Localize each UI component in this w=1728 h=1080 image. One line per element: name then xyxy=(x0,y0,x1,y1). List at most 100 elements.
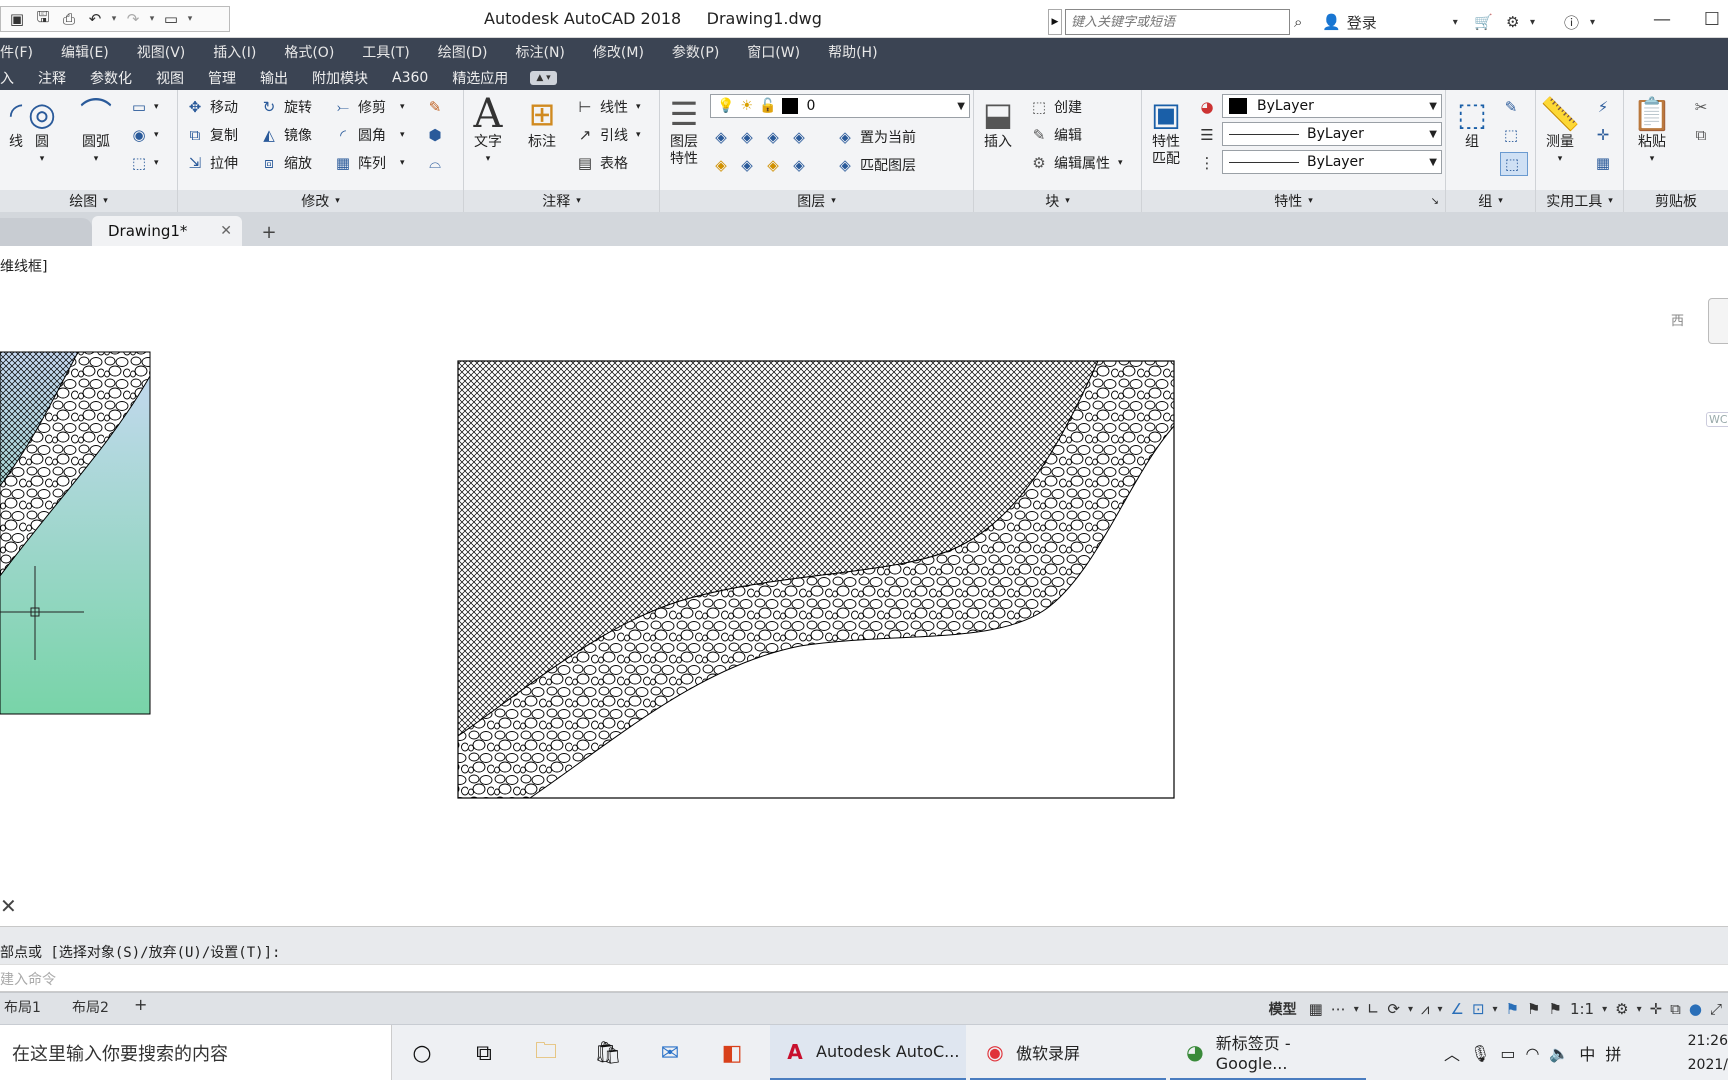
battery-icon[interactable]: ▭ xyxy=(1500,1044,1515,1063)
arc-dropdown-icon[interactable]: ▾ xyxy=(94,151,99,168)
wcs-menu[interactable]: WCS xyxy=(1706,412,1728,427)
annotation-scale-value[interactable]: 1:1 xyxy=(1570,1000,1594,1018)
task-view-icon[interactable]: ⧉ xyxy=(464,1035,504,1071)
clock[interactable]: 21:26 2021/ xyxy=(1680,1029,1728,1077)
help-dropdown-icon[interactable]: ▾ xyxy=(1590,9,1595,35)
text-button[interactable]: A 文字 ▾ xyxy=(468,94,508,168)
left-viewport[interactable] xyxy=(0,351,151,715)
workspace-switch-icon[interactable]: ⚙ xyxy=(1615,1000,1628,1018)
workspace-dropdown-icon[interactable]: ▾ xyxy=(1637,1004,1642,1015)
menu-modify[interactable]: 修改(M) xyxy=(579,42,658,62)
match-layer-button[interactable]: ◈ 匹配图层 xyxy=(834,154,916,176)
menu-insert[interactable]: 插入(I) xyxy=(199,42,270,62)
menu-window[interactable]: 窗口(W) xyxy=(733,42,814,62)
cart-icon[interactable]: 🛒 xyxy=(1474,9,1493,35)
color-wheel-icon[interactable]: ◕ xyxy=(1196,96,1222,118)
layer-properties-button[interactable]: ☰ 图层 特性 xyxy=(664,94,704,168)
annotation-scale-dropdown-icon[interactable]: ▾ xyxy=(1602,1004,1607,1015)
office-icon[interactable]: ◧ xyxy=(712,1035,752,1071)
snap-icon[interactable]: ⋯ xyxy=(1331,1000,1346,1018)
insert-block-button[interactable]: ⬓ 插入 xyxy=(978,94,1018,151)
panel-layers-title[interactable]: 图层 ▾ xyxy=(660,190,973,212)
snap-dropdown-icon[interactable]: ▾ xyxy=(1354,1004,1359,1015)
panel-block-title[interactable]: 块 ▾ xyxy=(974,190,1141,212)
cortana-icon[interactable]: ○ xyxy=(402,1035,442,1071)
offset-button[interactable]: ⌓ xyxy=(424,152,450,174)
layer-tools-row2[interactable]: ◈ ◈ ◈ ◈ xyxy=(710,154,814,176)
move-button[interactable]: ✥ 移动 xyxy=(184,96,238,118)
qat-customize-icon[interactable]: ▾ xyxy=(185,8,195,30)
minimize-icon[interactable]: — xyxy=(1640,4,1684,34)
volume-icon[interactable]: 🔈 xyxy=(1549,1044,1569,1063)
group-edit-icon[interactable]: ⬚ xyxy=(1500,124,1526,146)
layer-dropdown[interactable]: 💡 ☀ 🔓 0 ▼ xyxy=(710,94,970,118)
copy-clip-icon[interactable]: ⧉ xyxy=(1690,124,1716,146)
ungroup-icon[interactable]: ✎ xyxy=(1500,96,1526,118)
menu-format[interactable]: 格式(O) xyxy=(270,42,348,62)
polar-dropdown-icon[interactable]: ▾ xyxy=(1408,1004,1413,1015)
login-button[interactable]: 👤 登录 ▾ xyxy=(1322,9,1458,35)
table-button[interactable]: ▤ 表格 xyxy=(574,152,628,174)
tab-layout2[interactable]: 布局2 xyxy=(72,997,109,1017)
microphone-icon[interactable]: 🎙 xyxy=(1470,1044,1490,1063)
open-icon[interactable]: ▣ xyxy=(5,8,29,30)
tab-a360[interactable]: A360 xyxy=(380,70,440,86)
login-dropdown-icon[interactable]: ▾ xyxy=(1453,17,1458,28)
tab-addins[interactable]: 附加模块 xyxy=(300,68,380,88)
tab-insert[interactable]: 入 xyxy=(0,68,26,88)
annotation-visibility-icon[interactable]: ⚑ xyxy=(1506,1000,1519,1018)
wifi-icon[interactable]: ◠ xyxy=(1525,1044,1539,1063)
workspace-icon[interactable]: ▭ xyxy=(159,8,183,30)
menu-edit[interactable]: 编辑(E) xyxy=(47,42,123,62)
set-current-button[interactable]: ◈ 置为当前 xyxy=(834,126,916,148)
units-icon[interactable]: ⧉ xyxy=(1670,1000,1681,1018)
fullscreen-icon[interactable]: ⤢ xyxy=(1710,1000,1722,1018)
point-id-icon[interactable]: ✛ xyxy=(1592,124,1618,146)
annotation-monitor-icon[interactable]: ✛ xyxy=(1650,1000,1663,1018)
save-icon[interactable]: 🖫 xyxy=(31,8,55,30)
circle-dropdown-icon[interactable]: ▾ xyxy=(40,151,45,168)
menu-draw[interactable]: 绘图(D) xyxy=(424,42,502,62)
tab-annotate[interactable]: 注释 xyxy=(26,68,78,88)
object-snap-icon[interactable]: ⊡ xyxy=(1472,1000,1485,1018)
lineweight-icon[interactable]: ☰ xyxy=(1196,124,1222,146)
leader-button[interactable]: ↗ 引线 ▾ xyxy=(574,124,641,146)
isodraft-icon[interactable]: ⩘ xyxy=(1421,1000,1429,1018)
isolate-objects-icon[interactable]: ● xyxy=(1689,1000,1702,1018)
tab-layout1[interactable]: 布局1 xyxy=(4,997,41,1017)
mail-icon[interactable]: ✉ xyxy=(650,1035,690,1071)
search-expand-icon[interactable]: ▶ xyxy=(1048,9,1062,35)
add-layout-icon[interactable]: + xyxy=(134,995,147,1014)
close-tab-icon[interactable]: ✕ xyxy=(220,223,232,239)
polar-icon[interactable]: ⟳ xyxy=(1387,1000,1400,1018)
panel-utilities-title[interactable]: 实用工具 ▾ xyxy=(1536,190,1623,212)
scale-button[interactable]: ⧈ 缩放 xyxy=(258,152,312,174)
dimension-button[interactable]: ⊞ 标注 xyxy=(522,94,562,151)
store-icon[interactable]: 🛍 xyxy=(588,1035,628,1071)
paste-button[interactable]: 📋 粘贴 ▾ xyxy=(1632,94,1672,168)
main-viewport[interactable] xyxy=(457,360,1175,799)
grid-icon[interactable]: ▦ xyxy=(1309,1000,1323,1018)
new-tab-icon[interactable]: + xyxy=(256,220,282,244)
taskbar-app-recorder[interactable]: ◉ 傲软录屏 xyxy=(970,1025,1166,1080)
object-snap-dropdown-icon[interactable]: ▾ xyxy=(1493,1004,1498,1015)
fillet-button[interactable]: ◜ 圆角 ▾ xyxy=(332,124,404,146)
drawing-canvas[interactable]: 维线框] 西 WC ✕ xyxy=(0,246,1728,926)
tab-parametric[interactable]: 参数化 xyxy=(78,68,144,88)
menu-file[interactable]: 件(F) xyxy=(0,42,47,62)
color-dropdown[interactable]: ByLayer ▼ xyxy=(1222,94,1442,118)
create-block-button[interactable]: ⬚ 创建 xyxy=(1028,96,1082,118)
quick-select-icon[interactable]: ⚡ xyxy=(1592,96,1618,118)
apps-dropdown-icon[interactable]: ▾ xyxy=(1530,9,1535,35)
linetype-icon[interactable]: ⋮ xyxy=(1196,152,1222,174)
taskbar-app-autocad[interactable]: A Autodesk AutoC... xyxy=(770,1025,966,1080)
region-button[interactable]: ⬚ ▾ xyxy=(128,152,159,174)
arc-button[interactable]: ⌒ 圆弧 ▾ xyxy=(76,94,116,168)
ortho-icon[interactable]: ∟ xyxy=(1367,1000,1380,1018)
ime-language[interactable]: 中 xyxy=(1579,1041,1595,1065)
panel-groups-title[interactable]: 组 ▾ xyxy=(1446,190,1535,212)
linetype-dropdown[interactable]: ByLayer ▼ xyxy=(1222,150,1442,174)
menu-help[interactable]: 帮助(H) xyxy=(814,42,891,62)
ime-mode[interactable]: 拼 xyxy=(1605,1041,1621,1065)
rotate-button[interactable]: ↻ 旋转 xyxy=(258,96,312,118)
